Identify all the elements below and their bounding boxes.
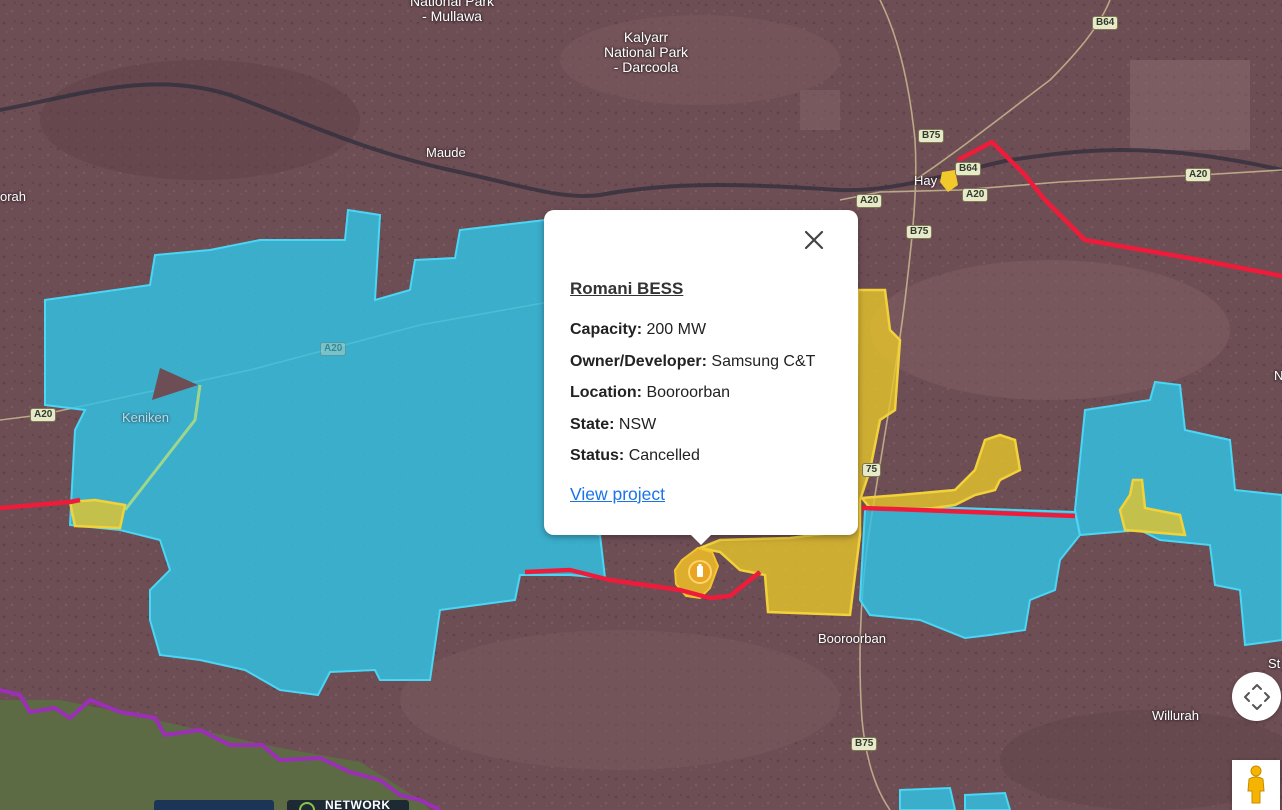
- status-row: Status: Cancelled: [570, 446, 838, 466]
- road-shield-a20: A20: [320, 342, 347, 356]
- location-row: Location: Booroorban: [570, 383, 838, 403]
- edge-label-st: St: [1268, 656, 1281, 671]
- park-name-line: Kalyarr: [623, 29, 669, 45]
- compass-arrows-icon: [1243, 683, 1270, 710]
- network-logo-icon: [299, 802, 315, 810]
- road-shield-b75: 75: [862, 463, 882, 477]
- popup-close-button[interactable]: [800, 226, 828, 254]
- network-badge-label: NETWORK: [325, 800, 391, 810]
- project-popup: Romani BESS Capacity: 200 MW Owner/Devel…: [544, 210, 858, 545]
- road-shield-b75: B75: [918, 129, 945, 143]
- maude-label: Maude: [426, 145, 466, 160]
- road-shield-a20: A20: [30, 408, 57, 422]
- map-navigation-control[interactable]: [1232, 672, 1281, 721]
- road-shield-a20: A20: [856, 194, 883, 208]
- view-project-link[interactable]: View project: [570, 484, 665, 505]
- field-key: Capacity:: [570, 321, 643, 338]
- field-value: Samsung C&T: [711, 352, 816, 370]
- hay-label: Hay: [914, 173, 938, 188]
- pegman-icon: [1247, 765, 1265, 804]
- bess-project-pin[interactable]: [688, 560, 712, 584]
- road-shield-a20: A20: [962, 188, 989, 202]
- field-value: Booroorban: [646, 384, 731, 401]
- road-shield-b75: B75: [906, 225, 933, 239]
- road-shield-b64: B64: [1092, 16, 1119, 30]
- field-value: Cancelled: [628, 447, 700, 464]
- park-name-line: - Darcoola: [613, 59, 679, 75]
- edge-label-n: N: [1274, 368, 1282, 383]
- orah-label: orah: [0, 189, 27, 204]
- road-shield-a20: A20: [1185, 168, 1212, 182]
- keniken-label: Keniken: [122, 410, 169, 425]
- national-park-mullawa-label: National Park - Mullawa: [410, 0, 494, 24]
- park-name-line: - Mullawa: [422, 8, 482, 24]
- booroorban-label: Booroorban: [818, 631, 886, 646]
- close-icon: [804, 230, 824, 250]
- field-key: Location:: [570, 384, 642, 401]
- street-view-pegman[interactable]: [1232, 760, 1280, 810]
- field-key: State:: [570, 415, 615, 433]
- field-key: Owner/Developer:: [570, 352, 707, 370]
- capacity-row: Capacity: 200 MW: [570, 320, 838, 340]
- network-badge[interactable]: NETWORK: [287, 800, 409, 810]
- kalyarr-national-park-label: Kalyarr National Park - Darcoola: [604, 30, 688, 75]
- owner-developer-row: Owner/Developer: Samsung C&T: [570, 352, 838, 372]
- bottom-badge-dark[interactable]: [154, 800, 274, 810]
- popup-content: Romani BESS Capacity: 200 MW Owner/Devel…: [570, 278, 838, 505]
- field-value: 200 MW: [646, 321, 707, 338]
- field-value: NSW: [618, 415, 657, 433]
- popup-tail: [689, 533, 713, 545]
- field-key: Status:: [570, 447, 625, 464]
- state-row: State: NSW: [570, 415, 838, 435]
- road-shield-b64: B64: [955, 162, 982, 176]
- willurah-label: Willurah: [1152, 708, 1199, 723]
- project-title: Romani BESS: [570, 279, 684, 298]
- park-name-line: National Park: [604, 44, 689, 60]
- road-shield-b75: B75: [851, 737, 878, 751]
